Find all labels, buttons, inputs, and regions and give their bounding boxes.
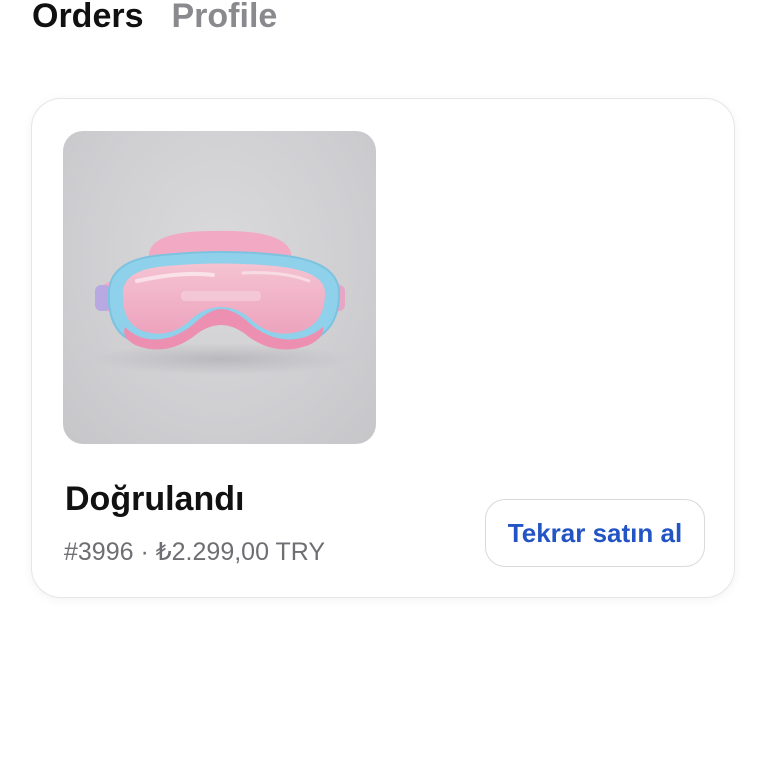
meta-separator: · <box>133 538 156 566</box>
order-number: #3996 <box>64 538 134 566</box>
order-price: ₺2.299,00 TRY <box>155 538 326 566</box>
tab-bar: Orders Profile <box>32 0 277 38</box>
product-image[interactable] <box>63 131 376 444</box>
tab-orders[interactable]: Orders <box>32 0 144 38</box>
order-status: Doğrulandı <box>65 480 245 518</box>
orders-page: Orders Profile Doğrulandı #3996 · ₺2.299… <box>0 0 768 768</box>
buy-again-button[interactable]: Tekrar satın al <box>485 499 705 567</box>
tab-profile[interactable]: Profile <box>172 0 278 38</box>
order-meta: #3996 · ₺2.299,00 TRY <box>64 536 325 568</box>
swim-goggles-image <box>91 230 351 375</box>
order-card[interactable]: Doğrulandı #3996 · ₺2.299,00 TRY Tekrar … <box>31 98 735 598</box>
